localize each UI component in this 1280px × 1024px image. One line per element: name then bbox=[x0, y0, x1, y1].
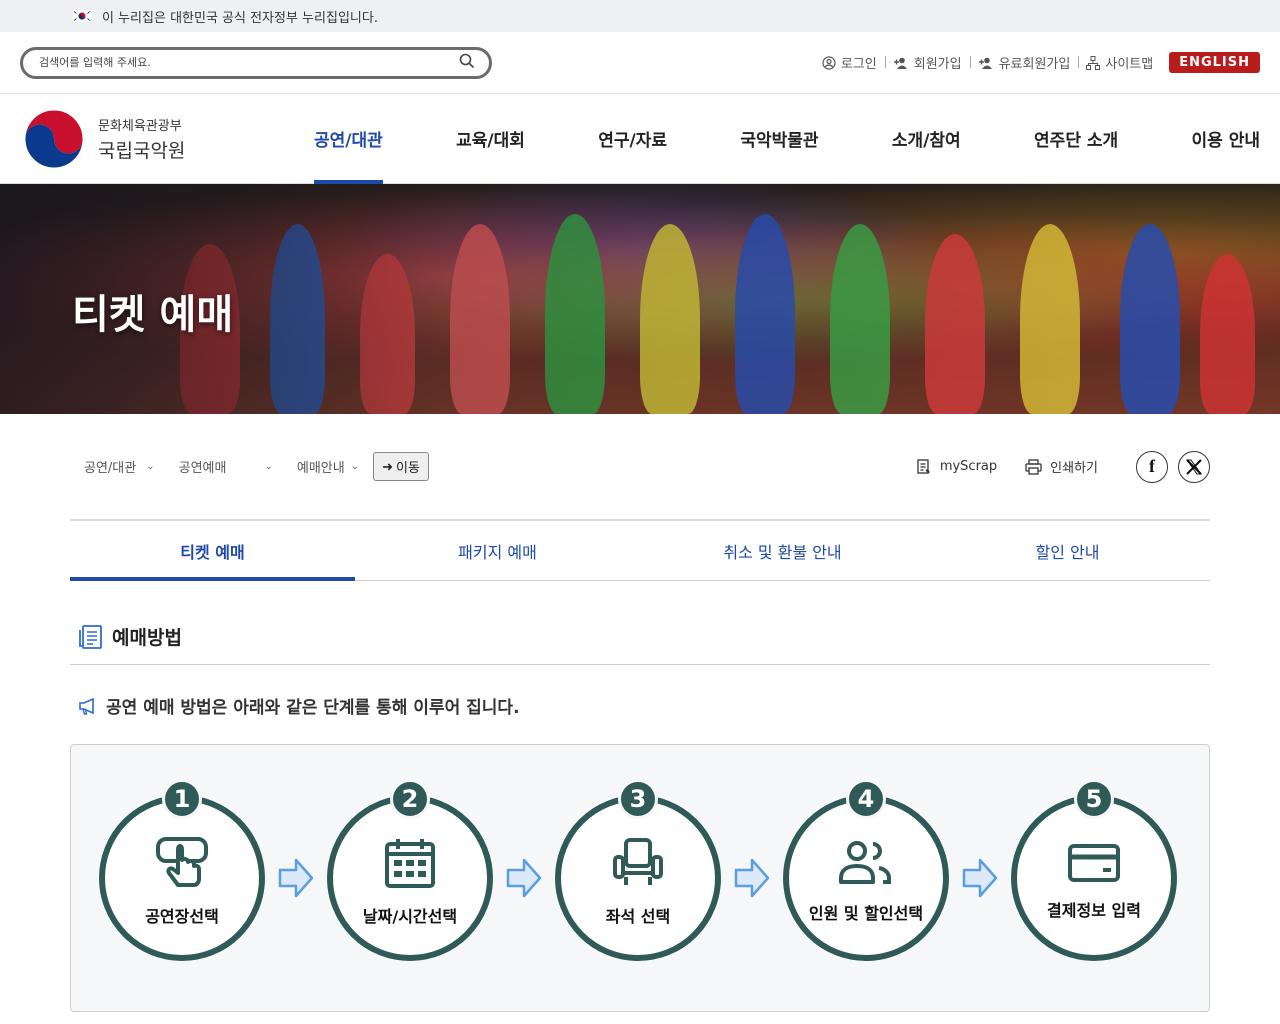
tab-package[interactable]: 패키지 예매 bbox=[355, 521, 640, 580]
breadcrumb-label: 공연/대관 bbox=[84, 461, 137, 476]
paid-signup-link[interactable]: 유료회원가입 bbox=[969, 53, 1079, 72]
main-header: 문화체육관광부 국립국악원 공연/대관 교육/대회 연구/자료 국악박물관 소개… bbox=[0, 94, 1280, 184]
gnb-about[interactable]: 소개/참여 bbox=[892, 94, 961, 184]
facebook-icon[interactable]: f bbox=[1136, 450, 1168, 483]
sitemap-icon bbox=[1086, 55, 1101, 70]
credit-card-icon bbox=[1068, 844, 1120, 882]
step-seat: 3 좌석 선택 bbox=[555, 779, 721, 961]
utility-bar: 로그인 회원가입 유료회원가입 사이트맵 ENGLISH bbox=[0, 32, 1280, 94]
seat-icon bbox=[613, 838, 663, 885]
myscrap-label: myScrap bbox=[939, 459, 998, 474]
step-number: 1 bbox=[162, 779, 202, 819]
tab-discount[interactable]: 할인 안내 bbox=[925, 521, 1210, 580]
section-title-text: 예매방법 bbox=[112, 627, 182, 649]
login-link[interactable]: 로그인 bbox=[814, 53, 885, 72]
chevron-down-icon: ⌄ bbox=[146, 461, 155, 472]
print-icon bbox=[1025, 458, 1042, 475]
breadcrumb-label: 공연예매 bbox=[178, 461, 227, 476]
gov-banner: 이 누리집은 대한민국 공식 전자정부 누리집입니다. bbox=[0, 0, 1280, 32]
step-number: 4 bbox=[846, 779, 886, 819]
search-icon[interactable] bbox=[459, 53, 475, 73]
print-button[interactable]: 인쇄하기 bbox=[1025, 457, 1098, 476]
step-label: 날짜/시간선택 bbox=[362, 907, 458, 926]
document-list-icon bbox=[79, 624, 102, 649]
paid-signup-label: 유료회원가입 bbox=[998, 57, 1071, 72]
gnb-education[interactable]: 교육/대회 bbox=[456, 94, 525, 184]
global-nav: 공연/대관 교육/대회 연구/자료 국악박물관 소개/참여 연주단 소개 이용 … bbox=[314, 94, 1280, 184]
breadcrumb-row: 공연/대관 ⌄ 공연예매 ⌄ 예매안내 ⌄ ➜ 이동 myScrap 인쇄하기 … bbox=[0, 414, 1280, 519]
calendar-icon bbox=[385, 839, 435, 888]
scrap-icon bbox=[917, 458, 930, 474]
page-tools: myScrap 인쇄하기 f bbox=[916, 450, 1210, 483]
login-label: 로그인 bbox=[840, 57, 877, 72]
gov-banner-text: 이 누리집은 대한민국 공식 전자정부 누리집입니다. bbox=[102, 10, 378, 26]
step-number: 3 bbox=[618, 779, 658, 819]
user-plus-icon bbox=[978, 57, 992, 69]
gnb-performance[interactable]: 공연/대관 bbox=[314, 94, 383, 184]
arrow-right-icon: ➜ bbox=[382, 458, 393, 474]
breadcrumb-label: 예매안내 bbox=[296, 461, 345, 476]
myscrap-button[interactable]: myScrap bbox=[916, 458, 998, 475]
logo-ministry: 문화체육관광부 bbox=[98, 118, 182, 134]
logo-title: 국립국악원 bbox=[98, 139, 186, 162]
english-button[interactable]: ENGLISH bbox=[1169, 52, 1260, 73]
step-venue: 1 공연장선택 bbox=[99, 779, 265, 961]
print-label: 인쇄하기 bbox=[1050, 461, 1098, 476]
step-label: 공연장선택 bbox=[145, 907, 219, 926]
arrow-right-icon bbox=[493, 856, 555, 900]
sitemap-link[interactable]: 사이트맵 bbox=[1078, 53, 1161, 72]
gnb-research[interactable]: 연구/자료 bbox=[598, 94, 667, 184]
breadcrumb-select-2[interactable]: 공연예매 ⌄ bbox=[179, 457, 273, 476]
x-twitter-icon[interactable] bbox=[1178, 450, 1210, 483]
signup-label: 회원가입 bbox=[913, 57, 962, 72]
go-button[interactable]: ➜ 이동 bbox=[373, 452, 429, 481]
notice-label: 공연 예매 방법은 아래와 같은 단계를 통해 이루어 집니다. bbox=[106, 698, 520, 718]
user-plus-icon bbox=[893, 57, 907, 69]
breadcrumb-select-3[interactable]: 예매안내 ⌄ bbox=[297, 457, 359, 476]
arrow-right-icon bbox=[721, 856, 783, 900]
step-payment: 5 결제정보 입력 bbox=[1011, 779, 1177, 961]
step-number: 5 bbox=[1074, 779, 1114, 819]
search-input[interactable] bbox=[39, 56, 459, 69]
step-label: 좌석 선택 bbox=[605, 907, 671, 926]
notice-text: 공연 예매 방법은 아래와 같은 단계를 통해 이루어 집니다. bbox=[78, 693, 1202, 718]
arrow-right-icon bbox=[265, 856, 327, 900]
government-emblem-icon bbox=[24, 109, 84, 168]
tab-ticket[interactable]: 티켓 예매 bbox=[70, 521, 355, 581]
util-links: 로그인 회원가입 유료회원가입 사이트맵 ENGLISH bbox=[814, 52, 1260, 73]
korea-flag-icon bbox=[71, 8, 93, 24]
gnb-ensembles[interactable]: 연주단 소개 bbox=[1034, 94, 1118, 184]
go-label: 이동 bbox=[396, 460, 420, 475]
step-datetime: 2 날짜/시간선택 bbox=[327, 779, 493, 961]
user-circle-icon bbox=[822, 55, 836, 70]
step-people: 4 인원 및 할인선택 bbox=[783, 779, 949, 961]
site-logo[interactable]: 문화체육관광부 국립국악원 bbox=[24, 109, 314, 169]
sitemap-label: 사이트맵 bbox=[1105, 57, 1154, 72]
chevron-down-icon: ⌄ bbox=[264, 461, 273, 472]
step-number: 2 bbox=[390, 779, 430, 819]
users-icon bbox=[839, 841, 891, 884]
breadcrumb: 공연/대관 ⌄ 공연예매 ⌄ 예매안내 ⌄ ➜ 이동 bbox=[84, 452, 429, 481]
arrow-right-icon bbox=[949, 856, 1011, 900]
tab-refund[interactable]: 취소 및 환불 안내 bbox=[640, 521, 925, 580]
section-heading: 예매방법 bbox=[70, 623, 1210, 665]
chevron-down-icon: ⌄ bbox=[350, 461, 360, 472]
steps-panel: 1 공연장선택 2 날짜/시간선택 3 좌석 선택 4 인원 및 할인선택 5 … bbox=[70, 744, 1210, 1012]
hero-banner: 티켓 예매 bbox=[0, 184, 1280, 414]
content-tabs: 티켓 예매 패키지 예매 취소 및 환불 안내 할인 안내 bbox=[70, 519, 1210, 581]
step-label: 인원 및 할인선택 bbox=[808, 904, 924, 923]
breadcrumb-select-1[interactable]: 공연/대관 ⌄ bbox=[84, 457, 155, 476]
page-title: 티켓 예매 bbox=[72, 292, 234, 338]
megaphone-icon bbox=[79, 697, 94, 715]
signup-link[interactable]: 회원가입 bbox=[884, 53, 970, 72]
gnb-museum[interactable]: 국악박물관 bbox=[740, 94, 818, 184]
touch-hand-icon bbox=[156, 837, 208, 887]
search-box bbox=[20, 46, 492, 79]
gnb-guide[interactable]: 이용 안내 bbox=[1192, 94, 1260, 184]
step-label: 결제정보 입력 bbox=[1047, 901, 1141, 920]
